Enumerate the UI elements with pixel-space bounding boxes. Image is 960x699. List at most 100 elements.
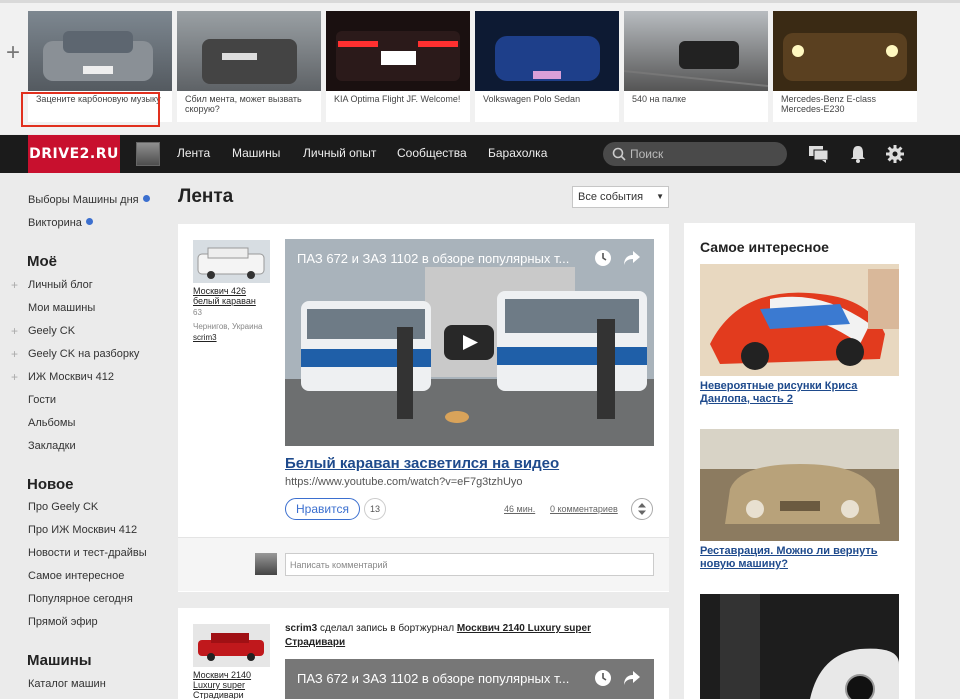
new-dot-icon xyxy=(85,218,93,225)
search-input[interactable]: Поиск xyxy=(603,142,787,166)
filter-value: Все события xyxy=(578,191,644,203)
car-rating: 63 xyxy=(193,308,202,317)
sidebar-heading-cars: Машины xyxy=(27,652,92,669)
play-button[interactable] xyxy=(444,325,494,360)
sidebar-item-blog[interactable]: Личный блог xyxy=(28,279,93,291)
share-icon[interactable] xyxy=(623,250,641,266)
sidebar-item-news[interactable]: Новости и тест-драйвы xyxy=(28,547,147,559)
author-link[interactable]: scrim3 xyxy=(193,333,217,342)
new-dot-icon xyxy=(142,195,150,202)
video-embed[interactable]: ПАЗ 672 и ЗАЗ 1102 в обзоре популярных т… xyxy=(285,659,654,699)
settings-gear-icon[interactable] xyxy=(886,145,904,163)
events-filter-select[interactable]: Все события ▼ xyxy=(572,186,669,208)
dropdown-arrow-icon: ▼ xyxy=(656,192,664,201)
car-location: Чернигов, Украина xyxy=(193,322,263,331)
nav-link-feed[interactable]: Лента xyxy=(177,146,210,160)
sidebar-item-label: Викторина xyxy=(28,217,82,229)
card-image xyxy=(624,11,768,91)
byline-action: сделал запись в бортжурнал xyxy=(320,623,455,634)
post-url[interactable]: https://www.youtube.com/watch?v=eF7g3tzh… xyxy=(285,476,523,488)
like-button[interactable]: Нравится xyxy=(285,498,360,520)
expand-plus-icon[interactable]: + xyxy=(11,324,18,338)
up-down-arrows-icon xyxy=(638,503,646,515)
panel-title: Самое интересное xyxy=(700,239,829,255)
card-image xyxy=(28,11,172,91)
post-time[interactable]: 46 мин. xyxy=(504,504,535,514)
sidebar-item-moskvich[interactable]: ИЖ Москвич 412 xyxy=(28,371,114,383)
comments-link[interactable]: 0 комментариев xyxy=(550,504,618,514)
card-image xyxy=(773,11,917,91)
article-image[interactable] xyxy=(700,264,899,376)
search-placeholder: Поиск xyxy=(630,147,664,161)
card-caption: Сбил мента, может вызвать скорую? xyxy=(185,94,302,114)
card-caption: Volkswagen Polo Sedan xyxy=(483,94,581,104)
car-thumbnail[interactable] xyxy=(193,624,270,667)
expand-plus-icon[interactable]: + xyxy=(11,370,18,384)
card-image xyxy=(326,11,470,91)
sidebar-item-live[interactable]: Прямой эфир xyxy=(28,616,98,628)
article-link[interactable]: Невероятные рисунки Криса Данлопа, часть… xyxy=(700,380,900,406)
sidebar-item-guests[interactable]: Гости xyxy=(28,394,56,406)
sidebar-item-popular-today[interactable]: Популярное сегодня xyxy=(28,593,133,605)
strip-card[interactable]: KIA Optima Flight JF. Welcome! xyxy=(326,11,470,122)
nav-link-cars[interactable]: Машины xyxy=(232,146,280,160)
add-icon[interactable]: + xyxy=(6,41,20,65)
card-caption: KIA Optima Flight JF. Welcome! xyxy=(334,94,461,104)
sidebar-heading-new: Новое xyxy=(27,476,74,493)
user-avatar[interactable] xyxy=(136,142,160,166)
notifications-icon[interactable] xyxy=(850,145,866,163)
expand-plus-icon[interactable]: + xyxy=(11,278,18,292)
article-image[interactable] xyxy=(700,594,899,699)
sidebar-item-car-catalog[interactable]: Каталог машин xyxy=(28,678,106,690)
car-name-link[interactable]: Москвич 426 белый караван xyxy=(193,286,268,306)
nav-link-communities[interactable]: Сообщества xyxy=(397,146,467,160)
card-image xyxy=(475,11,619,91)
site-logo[interactable]: DRIVE2.RU xyxy=(28,135,120,173)
card-caption: 540 на палке xyxy=(632,94,687,104)
post-title-link[interactable]: Белый караван засветился на видео xyxy=(285,455,559,472)
feed-post: Москвич 426 белый караван 63 Чернигов, У… xyxy=(178,224,669,592)
recommendations-strip: + Зацените карбоновую музыку Сбил мента,… xyxy=(0,0,960,134)
vote-toggle[interactable] xyxy=(631,498,653,520)
card-image xyxy=(177,11,321,91)
clock-icon[interactable] xyxy=(594,669,612,687)
feed-post: Москвич 2140 Luxury super Страдивари scr… xyxy=(178,608,669,699)
strip-card[interactable]: 540 на палке xyxy=(624,11,768,122)
sidebar-item-quiz[interactable]: Викторина xyxy=(28,217,93,229)
play-icon xyxy=(463,335,478,350)
article-link[interactable]: Реставрация. Можно ли вернуть новую маши… xyxy=(700,545,900,571)
page-title: Лента xyxy=(178,186,234,207)
commenter-avatar xyxy=(255,553,277,575)
share-icon[interactable] xyxy=(623,670,641,686)
nav-link-experience[interactable]: Личный опыт xyxy=(303,146,376,160)
strip-card[interactable]: Volkswagen Polo Sedan xyxy=(475,11,619,122)
video-title: ПАЗ 672 и ЗАЗ 1102 в обзоре популярных т… xyxy=(297,671,570,686)
sidebar-item-bookmarks[interactable]: Закладки xyxy=(28,440,76,452)
sidebar-item-about-moskvich[interactable]: Про ИЖ Москвич 412 xyxy=(28,524,137,536)
comment-input[interactable]: Написать комментарий xyxy=(285,553,654,576)
sidebar-item-albums[interactable]: Альбомы xyxy=(28,417,75,429)
main-navbar: DRIVE2.RU Лента Машины Личный опыт Сообщ… xyxy=(0,135,960,173)
sidebar-item-car-of-day-vote[interactable]: Выборы Машины дня xyxy=(28,194,150,206)
sidebar-heading-mine: Моё xyxy=(27,253,57,270)
article-image[interactable] xyxy=(700,429,899,541)
nav-link-market[interactable]: Барахолка xyxy=(488,146,547,160)
most-interesting-panel: Самое интересное Невероятные рисунки Кри… xyxy=(684,223,915,699)
sidebar-item-my-cars[interactable]: Мои машины xyxy=(28,302,95,314)
strip-card[interactable]: Mercedes-Benz E-class Mercedes-E230 xyxy=(773,11,917,122)
search-icon xyxy=(612,147,626,161)
post-byline: scrim3 сделал запись в бортжурнал Москви… xyxy=(285,622,645,650)
car-thumbnail[interactable] xyxy=(193,240,270,283)
strip-card[interactable]: Сбил мента, может вызвать скорую? xyxy=(177,11,321,122)
sidebar-item-geely[interactable]: Geely CK xyxy=(28,325,75,337)
clock-icon[interactable] xyxy=(594,249,612,267)
video-embed[interactable]: ПАЗ 672 и ЗАЗ 1102 в обзоре популярных т… xyxy=(285,239,654,446)
car-name-link[interactable]: Москвич 2140 Luxury super Страдивари xyxy=(193,670,268,699)
author-link[interactable]: scrim3 xyxy=(285,623,317,634)
expand-plus-icon[interactable]: + xyxy=(11,347,18,361)
sidebar-item-geely-parts[interactable]: Geely CK на разборку xyxy=(28,348,139,360)
sidebar-item-about-geely[interactable]: Про Geely CK xyxy=(28,501,98,513)
messages-icon[interactable] xyxy=(808,145,830,163)
like-count[interactable]: 13 xyxy=(364,498,386,520)
sidebar-item-most-interesting[interactable]: Самое интересное xyxy=(28,570,124,582)
